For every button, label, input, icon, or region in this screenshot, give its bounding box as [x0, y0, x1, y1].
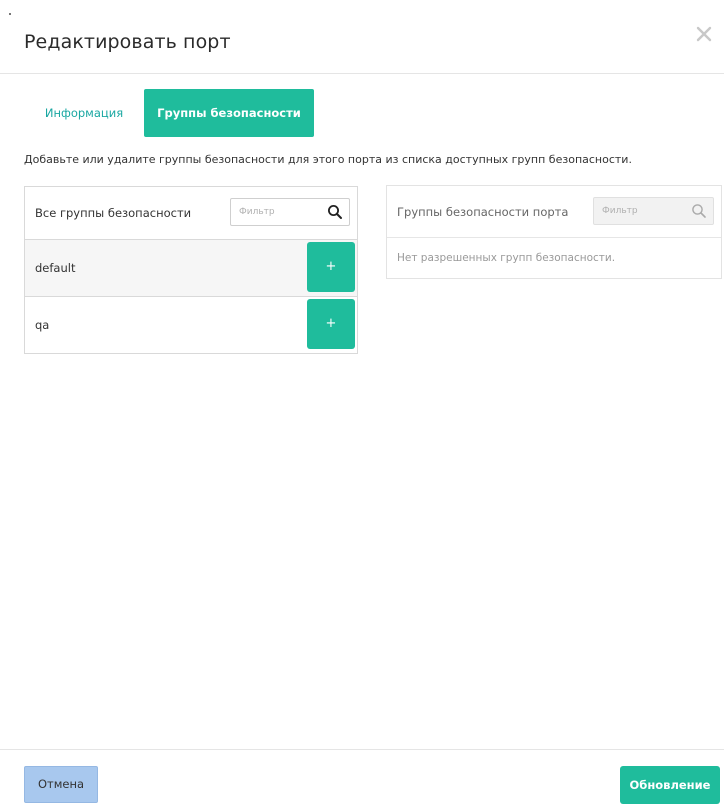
- intro-text: Добавьте или удалите группы безопасности…: [24, 153, 632, 166]
- plus-icon: +: [325, 259, 337, 274]
- port-filter: [593, 197, 714, 225]
- add-group-button[interactable]: +: [307, 242, 355, 292]
- port-filter-input[interactable]: [600, 200, 684, 222]
- available-filter: [230, 198, 350, 226]
- search-icon[interactable]: [327, 204, 343, 220]
- empty-state-text: Нет разрешенных групп безопасности.: [397, 252, 616, 264]
- close-icon: [696, 26, 712, 42]
- available-groups-panel: Все группы безопасности default + qa +: [24, 186, 358, 354]
- add-group-button[interactable]: +: [307, 299, 355, 349]
- available-filter-input[interactable]: [237, 201, 301, 223]
- tab-information[interactable]: Информация: [24, 89, 144, 137]
- empty-state: Нет разрешенных групп безопасности.: [387, 237, 721, 279]
- plus-icon: +: [325, 316, 337, 331]
- port-groups-header: Группы безопасности порта: [387, 186, 721, 237]
- update-button[interactable]: Обновление: [620, 766, 720, 804]
- tab-security-groups[interactable]: Группы безопасности: [144, 89, 314, 137]
- modal-title: Редактировать порт: [24, 31, 231, 53]
- modal-header: Редактировать порт: [0, 0, 724, 74]
- available-groups-heading: Все группы безопасности: [35, 206, 192, 220]
- cancel-button[interactable]: Отмена: [24, 766, 98, 803]
- close-button[interactable]: [692, 22, 716, 46]
- search-icon[interactable]: [691, 203, 707, 219]
- port-groups-heading: Группы безопасности порта: [397, 205, 569, 219]
- port-groups-panel: Группы безопасности порта Нет разрешенны…: [386, 185, 722, 279]
- modal-footer: Отмена Обновление: [0, 749, 724, 808]
- group-name: default: [35, 261, 76, 275]
- list-item: default +: [25, 239, 357, 296]
- list-item: qa +: [25, 296, 357, 353]
- group-name: qa: [35, 318, 50, 332]
- available-groups-header: Все группы безопасности: [25, 187, 357, 238]
